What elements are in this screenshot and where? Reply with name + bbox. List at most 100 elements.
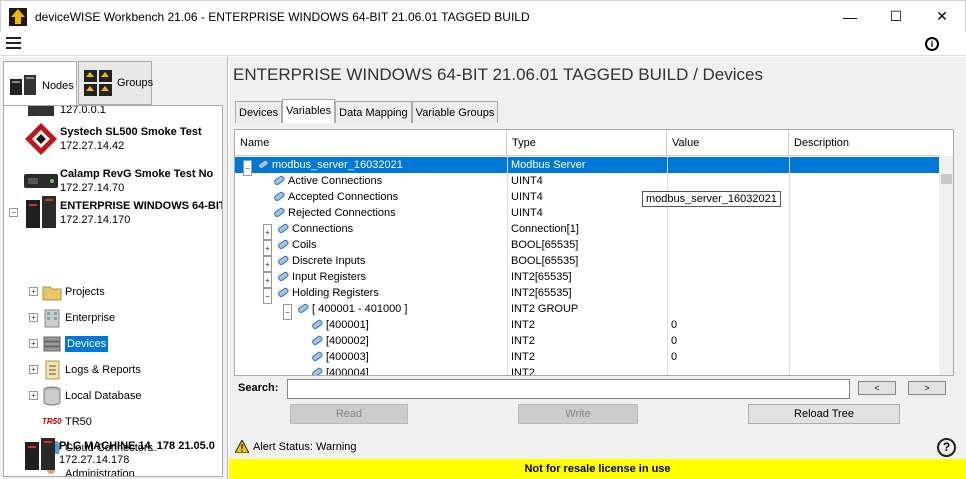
- tree-item-label: Enterprise: [65, 312, 116, 324]
- expand-toggle[interactable]: +: [29, 391, 38, 400]
- tree-item-local-database[interactable]: Local Database: [42, 385, 141, 407]
- info-icon[interactable]: i: [925, 37, 939, 51]
- cell-name: [400001]: [311, 317, 503, 333]
- tab-variables[interactable]: Variables: [282, 99, 336, 123]
- column-divider: [667, 333, 668, 349]
- node-ip: 172.27.14.42: [60, 140, 125, 152]
- variable-icon: [311, 318, 323, 330]
- tree-node-plc-machine[interactable]: PLC MACHINE 14_178 21.05.0 172.27.14.178: [3, 436, 223, 472]
- maximize-button[interactable]: ☐: [873, 1, 919, 33]
- tr50-icon: TR50: [42, 417, 62, 426]
- reload-tree-button[interactable]: Reload Tree: [748, 404, 900, 424]
- column-header-description[interactable]: Description: [789, 130, 939, 156]
- column-divider: [507, 221, 508, 237]
- table-row[interactable]: + Input Registers INT2[65535]: [235, 269, 939, 288]
- table-row[interactable]: + Discrete Inputs BOOL[65535]: [235, 253, 939, 272]
- minimize-button[interactable]: —: [827, 1, 873, 33]
- column-divider: [507, 157, 508, 173]
- table-row[interactable]: − Holding Registers INT2[65535]: [235, 285, 939, 304]
- tree-item-logs-reports[interactable]: Logs & Reports: [42, 359, 141, 381]
- tree-item-label: Local Database: [65, 390, 142, 402]
- column-divider: [789, 317, 790, 333]
- read-button[interactable]: Read: [290, 404, 408, 424]
- systech-icon: [24, 122, 58, 156]
- variable-icon: [273, 206, 285, 218]
- cell-value: 0: [671, 335, 678, 347]
- table-row[interactable]: + Connections Connection[1]: [235, 221, 939, 240]
- tab-variable-groups[interactable]: Variable Groups: [411, 101, 499, 123]
- cell-type: UINT4: [511, 207, 543, 219]
- tree-item-enterprise[interactable]: Enterprise: [42, 307, 115, 329]
- column-header-type[interactable]: Type: [507, 130, 667, 156]
- scrollbar-thumb[interactable]: [941, 174, 952, 184]
- column-divider: [667, 157, 668, 173]
- row-name: Input Registers: [292, 271, 366, 283]
- help-icon[interactable]: ?: [937, 438, 956, 457]
- table-row[interactable]: − modbus_server_16032021 Modbus Server: [235, 157, 939, 176]
- expand-toggle[interactable]: +: [29, 365, 38, 374]
- column-header-name[interactable]: Name: [235, 130, 507, 156]
- cell-value: [671, 157, 787, 173]
- tab-groups[interactable]: Groups: [78, 61, 153, 105]
- table-row[interactable]: [400004] INT2: [235, 365, 939, 375]
- column-divider: [507, 173, 508, 189]
- column-divider: [667, 269, 668, 285]
- tab-nodes[interactable]: Nodes: [3, 61, 77, 109]
- hamburger-menu-icon[interactable]: [6, 37, 21, 50]
- row-name: Discrete Inputs: [292, 255, 366, 267]
- tab-data-mapping[interactable]: Data Mapping: [335, 101, 412, 123]
- table-row[interactable]: Accepted Connections UINT4: [235, 189, 939, 205]
- tree-node-systech[interactable]: Systech SL500 Smoke Test 172.27.14.42: [4, 122, 222, 162]
- tree-node-enterprise-windows[interactable]: ENTERPRISE WINDOWS 64-BIT 172.27.14.170: [4, 194, 222, 230]
- variable-icon: [277, 254, 289, 266]
- tree-item-label: TR50: [65, 416, 92, 428]
- expand-toggle[interactable]: +: [29, 339, 38, 348]
- tree-node-localhost[interactable]: 127.0.0.1: [4, 106, 222, 118]
- search-prev-button[interactable]: <: [858, 381, 896, 395]
- cell-value: [671, 365, 787, 375]
- cell-value: [671, 205, 787, 221]
- vertical-scrollbar[interactable]: [939, 156, 953, 375]
- row-name: [400003]: [326, 351, 369, 363]
- column-divider: [667, 253, 668, 269]
- cell-value: [671, 269, 787, 285]
- tree-item-projects[interactable]: Projects: [42, 281, 105, 303]
- variables-grid: Name Type Value Description − modbus_serv…: [234, 129, 954, 376]
- table-row[interactable]: [400003] INT2 0: [235, 349, 939, 365]
- column-divider: [789, 253, 790, 269]
- table-row[interactable]: Rejected Connections UINT4: [235, 205, 939, 221]
- expand-toggle[interactable]: +: [29, 313, 38, 322]
- tree-item-devices[interactable]: Devices: [42, 333, 109, 355]
- column-divider: [667, 365, 668, 375]
- node-name: Systech SL500 Smoke Test: [60, 126, 202, 138]
- tree-item-label: Projects: [65, 286, 105, 298]
- cell-type: INT2: [511, 351, 535, 363]
- table-row[interactable]: [400002] INT2 0: [235, 333, 939, 349]
- cell-value: [671, 253, 787, 269]
- column-divider: [789, 301, 790, 317]
- node-icon: [24, 106, 58, 116]
- column-divider: [789, 237, 790, 253]
- search-next-button[interactable]: >: [908, 381, 946, 395]
- column-divider: [789, 349, 790, 365]
- cell-type: Modbus Server: [511, 159, 586, 171]
- tab-devices[interactable]: Devices: [235, 101, 283, 123]
- table-row[interactable]: −[ 400001 - 401000 ] INT2 GROUP: [235, 301, 939, 320]
- table-row[interactable]: + Coils BOOL[65535]: [235, 237, 939, 256]
- expand-toggle[interactable]: +: [29, 287, 38, 296]
- cell-name: modbus_server_16032021: [257, 157, 503, 173]
- search-input[interactable]: [287, 379, 850, 399]
- search-label: Search:: [238, 382, 279, 394]
- write-button[interactable]: Write: [518, 404, 638, 424]
- column-header-value[interactable]: Value: [667, 130, 789, 156]
- tree-item-label: Logs & Reports: [65, 364, 141, 376]
- table-row[interactable]: Active Connections UINT4: [235, 173, 939, 189]
- tab-nodes-label: Nodes: [42, 79, 74, 92]
- column-divider: [789, 269, 790, 285]
- tree-item-tr50[interactable]: TR50 TR50: [42, 411, 92, 433]
- log-icon: [42, 360, 62, 380]
- column-divider: [507, 317, 508, 333]
- table-row[interactable]: [400001] INT2 0: [235, 317, 939, 333]
- close-button[interactable]: ✕: [919, 1, 965, 33]
- cell-type: UINT4: [511, 175, 543, 187]
